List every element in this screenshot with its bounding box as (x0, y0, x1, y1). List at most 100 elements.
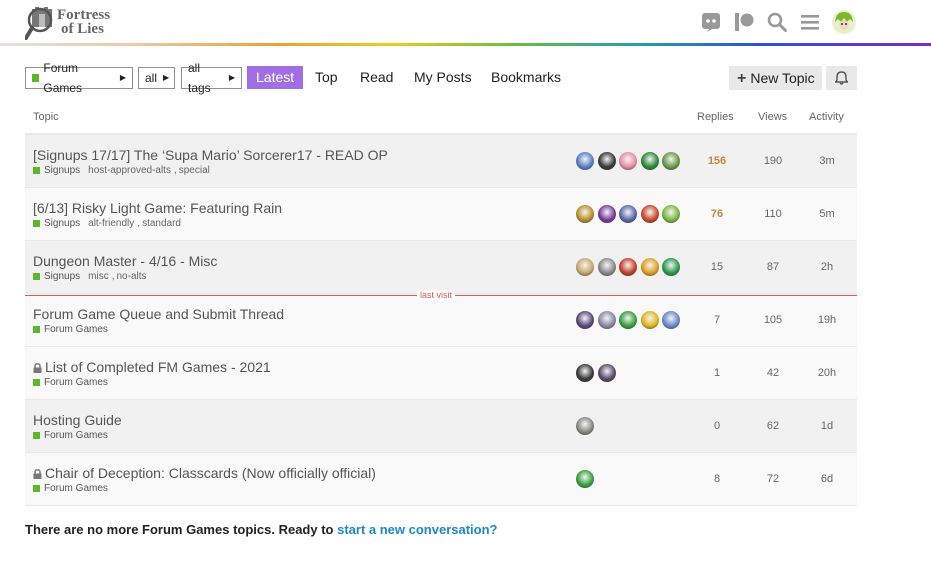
table-row[interactable]: Chair of Deception: Classcards (Now offi… (25, 453, 857, 506)
avatar[interactable] (640, 205, 659, 223)
category-badge[interactable]: Forum Games (44, 377, 108, 388)
topic-title-link[interactable]: [6/13] Risky Light Game: Featuring Rain (33, 200, 282, 216)
topic-tag[interactable]: alt-friendly (88, 218, 134, 229)
topic-title-link[interactable]: List of Completed FM Games - 2021 (33, 359, 271, 375)
patreon-icon[interactable] (733, 11, 755, 33)
avatar[interactable] (640, 152, 659, 170)
tab-top[interactable]: Top (306, 66, 347, 89)
topic-replies[interactable]: 8 (697, 473, 737, 485)
category-color-swatch (33, 326, 40, 333)
topic-replies[interactable]: 0 (697, 420, 737, 432)
table-row[interactable]: [Signups 17/17] The ‘Supa Mario’ Sorcere… (25, 135, 857, 188)
avatar[interactable] (662, 152, 680, 170)
avatar[interactable] (597, 364, 616, 382)
topic-list-header: Topic Replies Views Activity (25, 104, 857, 135)
avatar[interactable] (619, 311, 637, 329)
footer-message: There are no more Forum Games topics. Re… (25, 522, 497, 537)
subcategory-dropdown[interactable]: all ▶ (138, 67, 175, 89)
fortress-magnifier-icon (25, 7, 53, 40)
avatar[interactable] (597, 152, 616, 170)
search-icon[interactable] (766, 11, 788, 33)
header-topic[interactable]: Topic (33, 111, 59, 123)
topic-tag[interactable]: standard (142, 218, 181, 229)
user-avatar[interactable] (832, 10, 856, 34)
avatar[interactable] (576, 417, 594, 435)
category-badge[interactable]: Signups (44, 218, 80, 229)
avatar[interactable] (662, 205, 680, 223)
tab-read[interactable]: Read (351, 66, 402, 89)
header-views[interactable]: Views (758, 111, 787, 123)
lock-icon (33, 363, 42, 373)
topic-title-link[interactable]: [Signups 17/17] The ‘Supa Mario’ Sorcere… (33, 147, 388, 163)
category-badge[interactable]: Forum Games (44, 430, 108, 441)
topic-activity[interactable]: 6d (807, 473, 847, 485)
avatar[interactable] (576, 258, 594, 276)
topic-replies[interactable]: 15 (697, 261, 737, 273)
topic-title-link[interactable]: Chair of Deception: Classcards (Now offi… (33, 465, 376, 481)
topic-meta: Forum Games (33, 483, 116, 494)
topic-activity[interactable]: 2h (807, 261, 847, 273)
topic-title-link[interactable]: Dungeon Master - 4/16 - Misc (33, 253, 217, 269)
tab-my-posts[interactable]: My Posts (405, 66, 481, 89)
header-activity[interactable]: Activity (809, 111, 844, 123)
site-logo[interactable]: Fortress of Lies (25, 6, 115, 40)
topic-replies[interactable]: 76 (697, 208, 737, 220)
category-color-swatch (33, 432, 40, 439)
category-badge[interactable]: Forum Games (44, 483, 108, 494)
header-replies[interactable]: Replies (697, 111, 734, 123)
table-row[interactable]: Dungeon Master - 4/16 - Misc Signups misc,… (25, 241, 857, 294)
topic-tag[interactable]: misc (88, 271, 109, 282)
avatar[interactable] (662, 258, 680, 276)
category-dropdown[interactable]: Forum Games ▶ (25, 61, 133, 95)
topic-replies[interactable]: 156 (697, 155, 737, 167)
avatar[interactable] (619, 205, 637, 223)
topic-activity[interactable]: 1d (807, 420, 847, 432)
topic-replies[interactable]: 1 (697, 367, 737, 379)
topic-activity[interactable]: 5m (807, 208, 847, 220)
avatar[interactable] (619, 258, 637, 276)
table-row[interactable]: Hosting Guide Forum Games 0 62 1d (25, 400, 857, 453)
notification-bell-button[interactable] (826, 66, 857, 90)
category-badge[interactable]: Signups (44, 271, 80, 282)
avatar[interactable] (576, 152, 594, 170)
tags-dropdown[interactable]: all tags ▶ (181, 61, 242, 95)
topic-activity[interactable]: 3m (807, 155, 847, 167)
category-badge[interactable]: Signups (44, 165, 80, 176)
topic-replies[interactable]: 7 (697, 314, 737, 326)
table-row[interactable]: List of Completed FM Games - 2021 Forum G… (25, 347, 857, 400)
avatar[interactable] (597, 205, 616, 223)
table-row[interactable]: Forum Game Queue and Submit Thread Forum … (25, 294, 857, 347)
avatar[interactable] (619, 152, 637, 170)
poster-avatars (576, 364, 619, 382)
avatar[interactable] (576, 311, 594, 329)
hamburger-menu-icon[interactable] (799, 11, 821, 33)
table-row[interactable]: [6/13] Risky Light Game: Featuring Rain S… (25, 188, 857, 241)
topic-tag[interactable]: special (179, 165, 210, 176)
avatar[interactable] (640, 311, 659, 329)
tab-latest[interactable]: Latest (247, 66, 304, 89)
topic-title-link[interactable]: Hosting Guide (33, 412, 122, 428)
avatar[interactable] (640, 258, 659, 276)
avatar[interactable] (576, 364, 594, 382)
discord-icon[interactable] (700, 11, 722, 33)
caret-right-icon: ▶ (119, 73, 126, 82)
topic-meta: Forum Games (33, 324, 116, 335)
topic-activity[interactable]: 20h (807, 367, 847, 379)
topic-title-link[interactable]: Forum Game Queue and Submit Thread (33, 306, 284, 322)
tab-bookmarks[interactable]: Bookmarks (482, 66, 570, 89)
poster-avatars (576, 470, 598, 488)
topic-tag[interactable]: no-alts (116, 271, 146, 282)
start-new-conversation-link[interactable]: start a new conversation? (337, 522, 497, 537)
plus-icon: + (737, 70, 747, 87)
topic-activity[interactable]: 19h (807, 314, 847, 326)
avatar[interactable] (597, 258, 616, 276)
new-topic-button[interactable]: + New Topic (729, 66, 822, 90)
avatar[interactable] (662, 311, 680, 329)
topic-meta: Signups alt-friendly, standard (33, 218, 184, 229)
avatar[interactable] (576, 205, 594, 223)
category-badge[interactable]: Forum Games (44, 324, 108, 335)
topic-tag[interactable]: host-approved-alts (88, 165, 171, 176)
avatar[interactable] (576, 470, 594, 488)
topic-title-text: List of Completed FM Games - 2021 (45, 359, 271, 375)
avatar[interactable] (597, 311, 616, 329)
